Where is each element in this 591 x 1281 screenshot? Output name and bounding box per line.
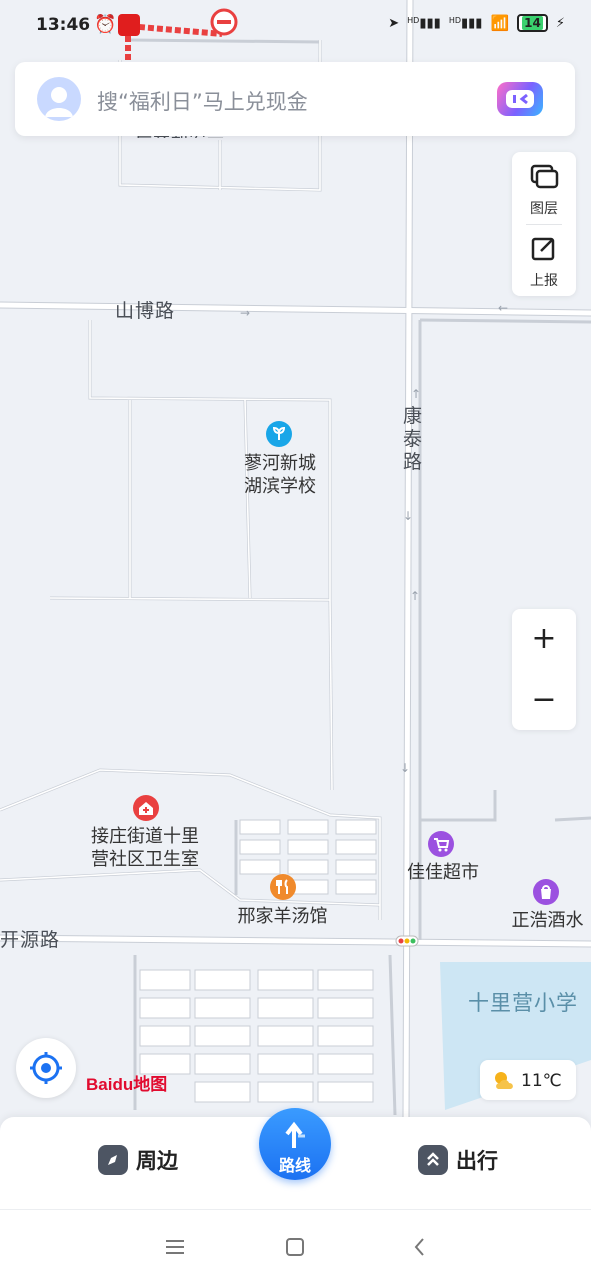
clinic-pin-icon[interactable] [133,795,159,821]
svg-text:↓: ↓ [400,761,410,775]
home-icon[interactable] [280,1232,310,1262]
layers-button[interactable]: 图层 [512,162,576,218]
restaurant-pin-icon[interactable] [270,874,296,900]
zoom-control: + − [512,609,576,730]
compass-icon [98,1145,128,1175]
restaurant-label[interactable]: 邢家羊汤馆 [225,905,340,928]
wifi-icon: 📶 [490,14,510,32]
report-label: 上报 [530,273,558,289]
layers-label: 图层 [530,201,558,217]
signal-1-icon: HD▮▮▮ [407,15,441,31]
route-button[interactable]: 路线 [259,1108,331,1180]
school-label[interactable]: 蓼河新城 湖滨学校 [225,452,335,498]
nearby-label: 周边 [136,1149,178,1173]
status-bar: 13:46 ⏰ ➤ HD▮▮▮ HD▮▮▮ 📶 14 ⚡ [0,0,591,54]
supermarket-pin-icon[interactable] [428,831,454,857]
zoom-in-button[interactable]: + [512,609,576,669]
signal-2-icon: HD▮▮▮ [448,15,483,31]
svg-text:↑: ↑ [410,589,420,603]
school-pin-icon[interactable] [266,421,292,447]
locate-me-button[interactable] [16,1038,76,1098]
search-input[interactable]: 搜“福利日”马上兑现金 [97,86,308,116]
road-label-kangtai: 康泰路 [403,405,424,473]
clinic-label[interactable]: 接庄街道十里 营社区卫生室 [80,825,210,871]
zoom-out-button[interactable]: − [512,670,576,730]
charging-icon: ⚡ [555,15,565,31]
weather-temp: 11℃ [521,1071,562,1091]
back-icon[interactable] [405,1232,435,1262]
svg-text:↑: ↑ [411,387,421,401]
route-label: 路线 [278,1156,311,1175]
battery-icon: 14 [517,14,548,32]
system-nav-bar [0,1209,591,1281]
road-label-shanbo: 山博路 [115,300,176,322]
liquor-label[interactable]: 正浩酒水 [504,909,591,932]
weather-widget[interactable]: 11℃ [480,1060,576,1100]
route-arrow-icon [285,1121,305,1148]
location-arrow-icon: ➤ [388,15,400,31]
travel-button[interactable]: 出行 [418,1142,498,1178]
layers-icon [530,164,559,189]
nearby-button[interactable]: 周边 [98,1142,178,1178]
svg-text:↓: ↓ [403,509,413,523]
travel-label: 出行 [456,1149,498,1173]
report-button[interactable]: 上报 [512,234,576,290]
status-time: 13:46 [36,15,91,35]
primary-school-label[interactable]: 十里营小学 [468,992,578,1015]
travel-icon [418,1145,448,1175]
report-edit-icon [531,237,555,261]
partly-cloudy-icon [495,1072,513,1089]
crosshair-icon [30,1052,62,1084]
liquor-pin-icon[interactable] [533,879,559,905]
avatar[interactable] [37,77,81,121]
baidu-map-logo: Baidu地图 [86,1075,168,1094]
supermarket-label[interactable]: 佳佳超市 [398,861,488,884]
svg-text:←: ← [498,301,508,315]
divider [526,224,562,225]
menu-icon[interactable] [160,1232,190,1262]
alarm-icon: ⏰ [94,14,117,35]
road-label-kaiyuan: 开源路 [0,929,61,951]
svg-text:→: → [240,306,250,320]
ai-assistant-icon[interactable] [497,82,543,116]
map-tools-panel: 图层 上报 [512,152,576,296]
search-bar[interactable]: 搜“福利日”马上兑现金 [15,62,575,136]
